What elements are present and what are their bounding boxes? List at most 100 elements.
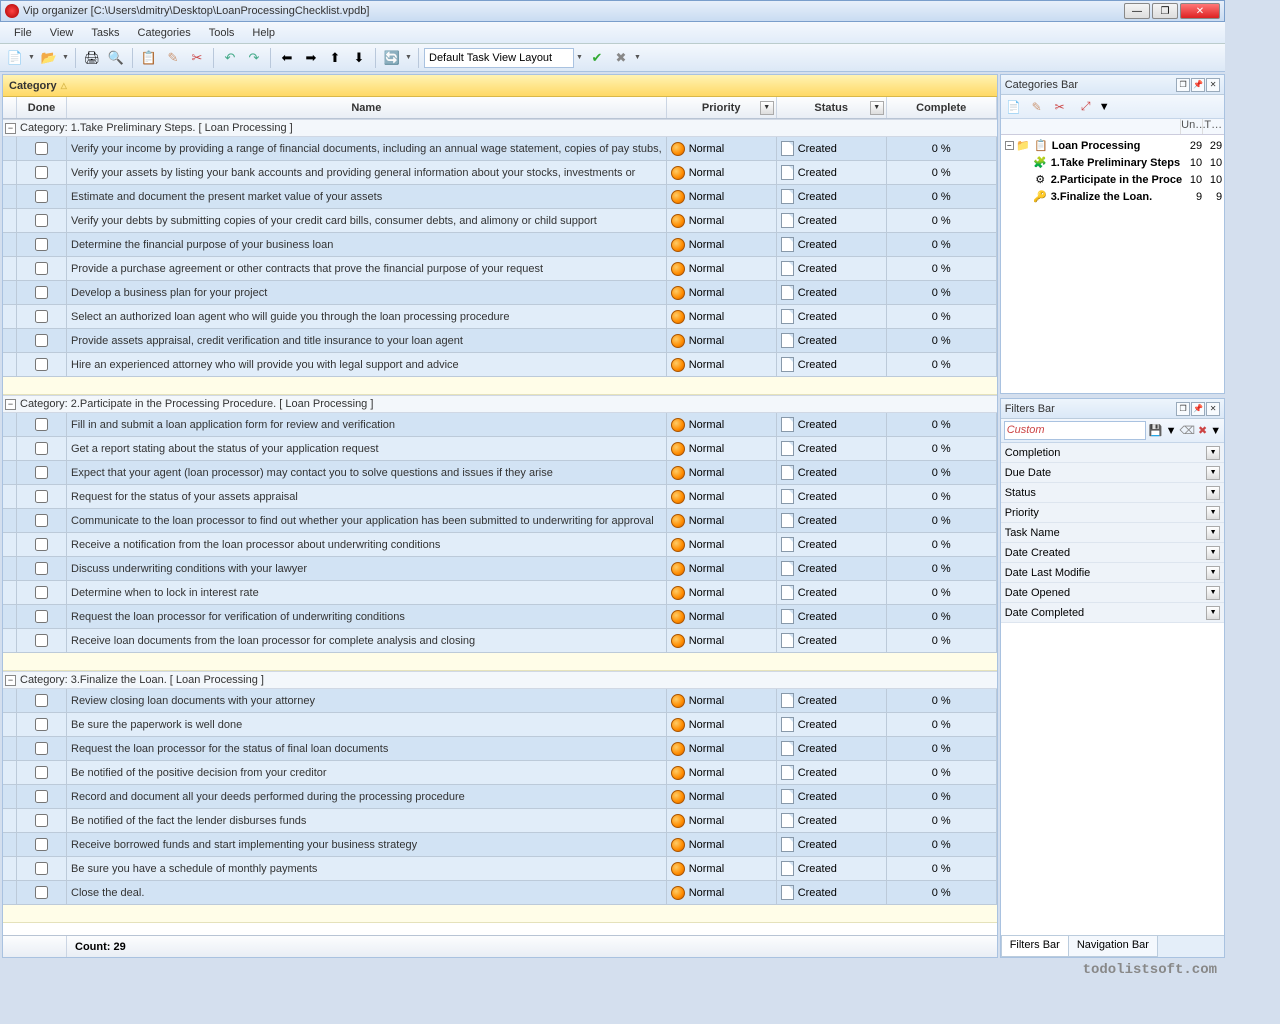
done-checkbox[interactable] (35, 538, 48, 551)
done-checkbox[interactable] (35, 562, 48, 575)
done-checkbox[interactable] (35, 286, 48, 299)
dropdown-icon[interactable]: ▼ (1206, 506, 1220, 520)
task-row[interactable]: Review closing loan documents with your … (3, 689, 997, 713)
move-up-button[interactable]: ⬆ (324, 47, 346, 69)
collapse-icon[interactable]: − (5, 123, 16, 134)
done-checkbox[interactable] (35, 514, 48, 527)
filter-row[interactable]: Date Opened▼ (1001, 583, 1224, 603)
done-checkbox[interactable] (35, 838, 48, 851)
dropdown-icon[interactable]: ▼ (634, 54, 642, 61)
clear-layout-button[interactable]: ✖ (610, 47, 632, 69)
menu-help[interactable]: Help (244, 25, 283, 41)
dropdown-icon[interactable]: ▼ (28, 54, 36, 61)
done-checkbox[interactable] (35, 634, 48, 647)
task-row[interactable]: Determine when to lock in interest rateN… (3, 581, 997, 605)
filter-icon[interactable]: ▼ (870, 101, 884, 115)
delete-category-button[interactable]: ✂ (1050, 97, 1070, 117)
menu-categories[interactable]: Categories (130, 25, 199, 41)
task-row[interactable]: Select an authorized loan agent who will… (3, 305, 997, 329)
task-row[interactable]: Receive a notification from the loan pro… (3, 533, 997, 557)
task-row[interactable]: Verify your assets by listing your bank … (3, 161, 997, 185)
save-filter-button[interactable]: 💾 (1149, 424, 1163, 437)
dropdown-icon[interactable]: ▼ (1206, 446, 1220, 460)
print-button[interactable]: 🖨 (81, 47, 103, 69)
tree-item[interactable]: 🔑3.Finalize the Loan.99 (1003, 188, 1222, 205)
edit-category-button[interactable]: ✎ (1027, 97, 1047, 117)
task-row[interactable]: Fill in and submit a loan application fo… (3, 413, 997, 437)
task-row[interactable]: Be notified of the fact the lender disbu… (3, 809, 997, 833)
redo-button[interactable]: ↷ (243, 47, 265, 69)
indent-left-button[interactable]: ⬅ (276, 47, 298, 69)
filter-row[interactable]: Due Date▼ (1001, 463, 1224, 483)
task-row[interactable]: Receive borrowed funds and start impleme… (3, 833, 997, 857)
task-row[interactable]: Communicate to the loan processor to fin… (3, 509, 997, 533)
done-checkbox[interactable] (35, 214, 48, 227)
dropdown-icon[interactable]: ▼ (1099, 101, 1110, 113)
task-row[interactable]: Be notified of the positive decision fro… (3, 761, 997, 785)
done-checkbox[interactable] (35, 742, 48, 755)
dropdown-icon[interactable]: ▼ (1206, 466, 1220, 480)
done-checkbox[interactable] (35, 442, 48, 455)
filter-icon[interactable]: ▼ (760, 101, 774, 115)
dropdown-icon[interactable]: ▼ (1206, 526, 1220, 540)
collapse-icon[interactable]: − (5, 399, 16, 410)
filter-row[interactable]: Date Completed▼ (1001, 603, 1224, 623)
filter-preset-combo[interactable]: Custom (1004, 421, 1146, 440)
done-checkbox[interactable] (35, 766, 48, 779)
filter-row[interactable]: Task Name▼ (1001, 523, 1224, 543)
undo-button[interactable]: ↶ (219, 47, 241, 69)
done-checkbox[interactable] (35, 814, 48, 827)
task-row[interactable]: Provide a purchase agreement or other co… (3, 257, 997, 281)
delete-task-button[interactable]: ✂ (186, 47, 208, 69)
dropdown-icon[interactable]: ▼ (1206, 566, 1220, 580)
status-column-header[interactable]: Status▼ (777, 97, 887, 118)
filter-row[interactable]: Date Created▼ (1001, 543, 1224, 563)
task-row[interactable]: Provide assets appraisal, credit verific… (3, 329, 997, 353)
task-row[interactable]: Record and document all your deeds perfo… (3, 785, 997, 809)
delete-filter-button[interactable]: ✖ (1198, 424, 1207, 437)
filter-row[interactable]: Status▼ (1001, 483, 1224, 503)
filter-row[interactable]: Completion▼ (1001, 443, 1224, 463)
tree-item[interactable]: ⚙2.Participate in the Proce1010 (1003, 171, 1222, 188)
done-checkbox[interactable] (35, 862, 48, 875)
task-row[interactable]: Verify your income by providing a range … (3, 137, 997, 161)
collapse-icon[interactable]: − (5, 675, 16, 686)
group-row[interactable]: −Category: 2.Participate in the Processi… (3, 395, 997, 413)
tab-navigation-bar[interactable]: Navigation Bar (1068, 936, 1158, 957)
menu-file[interactable]: File (6, 25, 40, 41)
layout-combo[interactable] (424, 48, 574, 68)
refresh-button[interactable]: 🔄 (381, 47, 403, 69)
filter-row[interactable]: Priority▼ (1001, 503, 1224, 523)
close-button[interactable]: ✕ (1180, 3, 1220, 19)
dropdown-icon[interactable]: ▼ (1206, 486, 1220, 500)
done-checkbox[interactable] (35, 466, 48, 479)
apply-layout-button[interactable]: ✔ (586, 47, 608, 69)
task-row[interactable]: Be sure you have a schedule of monthly p… (3, 857, 997, 881)
dropdown-icon[interactable]: ▼ (1206, 546, 1220, 560)
dropdown-icon[interactable]: ▼ (1166, 425, 1177, 437)
task-row[interactable]: Close the deal.NormalCreated0 % (3, 881, 997, 905)
priority-column-header[interactable]: Priority▼ (667, 97, 777, 118)
task-row[interactable]: Get a report stating about the status of… (3, 437, 997, 461)
group-row[interactable]: −Category: 1.Take Preliminary Steps. [ L… (3, 119, 997, 137)
done-checkbox[interactable] (35, 142, 48, 155)
done-checkbox[interactable] (35, 418, 48, 431)
grid-body[interactable]: −Category: 1.Take Preliminary Steps. [ L… (3, 119, 997, 935)
task-row[interactable]: Develop a business plan for your project… (3, 281, 997, 305)
done-checkbox[interactable] (35, 166, 48, 179)
task-row[interactable]: Verify your debts by submitting copies o… (3, 209, 997, 233)
close-icon[interactable]: ✕ (1206, 78, 1220, 92)
dropdown-icon[interactable]: ▼ (576, 54, 584, 61)
done-checkbox[interactable] (35, 694, 48, 707)
done-checkbox[interactable] (35, 490, 48, 503)
task-row[interactable]: Request for the status of your assets ap… (3, 485, 997, 509)
clear-filter-button[interactable]: ⌫ (1179, 424, 1195, 437)
pin-icon[interactable]: 📌 (1191, 402, 1205, 416)
task-row[interactable]: Discuss underwriting conditions with you… (3, 557, 997, 581)
collapse-icon[interactable]: − (1005, 141, 1014, 150)
tree-root[interactable]: −📁📋Loan Processing2929 (1003, 137, 1222, 154)
done-checkbox[interactable] (35, 310, 48, 323)
group-row[interactable]: −Category: 3.Finalize the Loan. [ Loan P… (3, 671, 997, 689)
task-row[interactable]: Hire an experienced attorney who will pr… (3, 353, 997, 377)
pin-icon[interactable]: 📌 (1191, 78, 1205, 92)
